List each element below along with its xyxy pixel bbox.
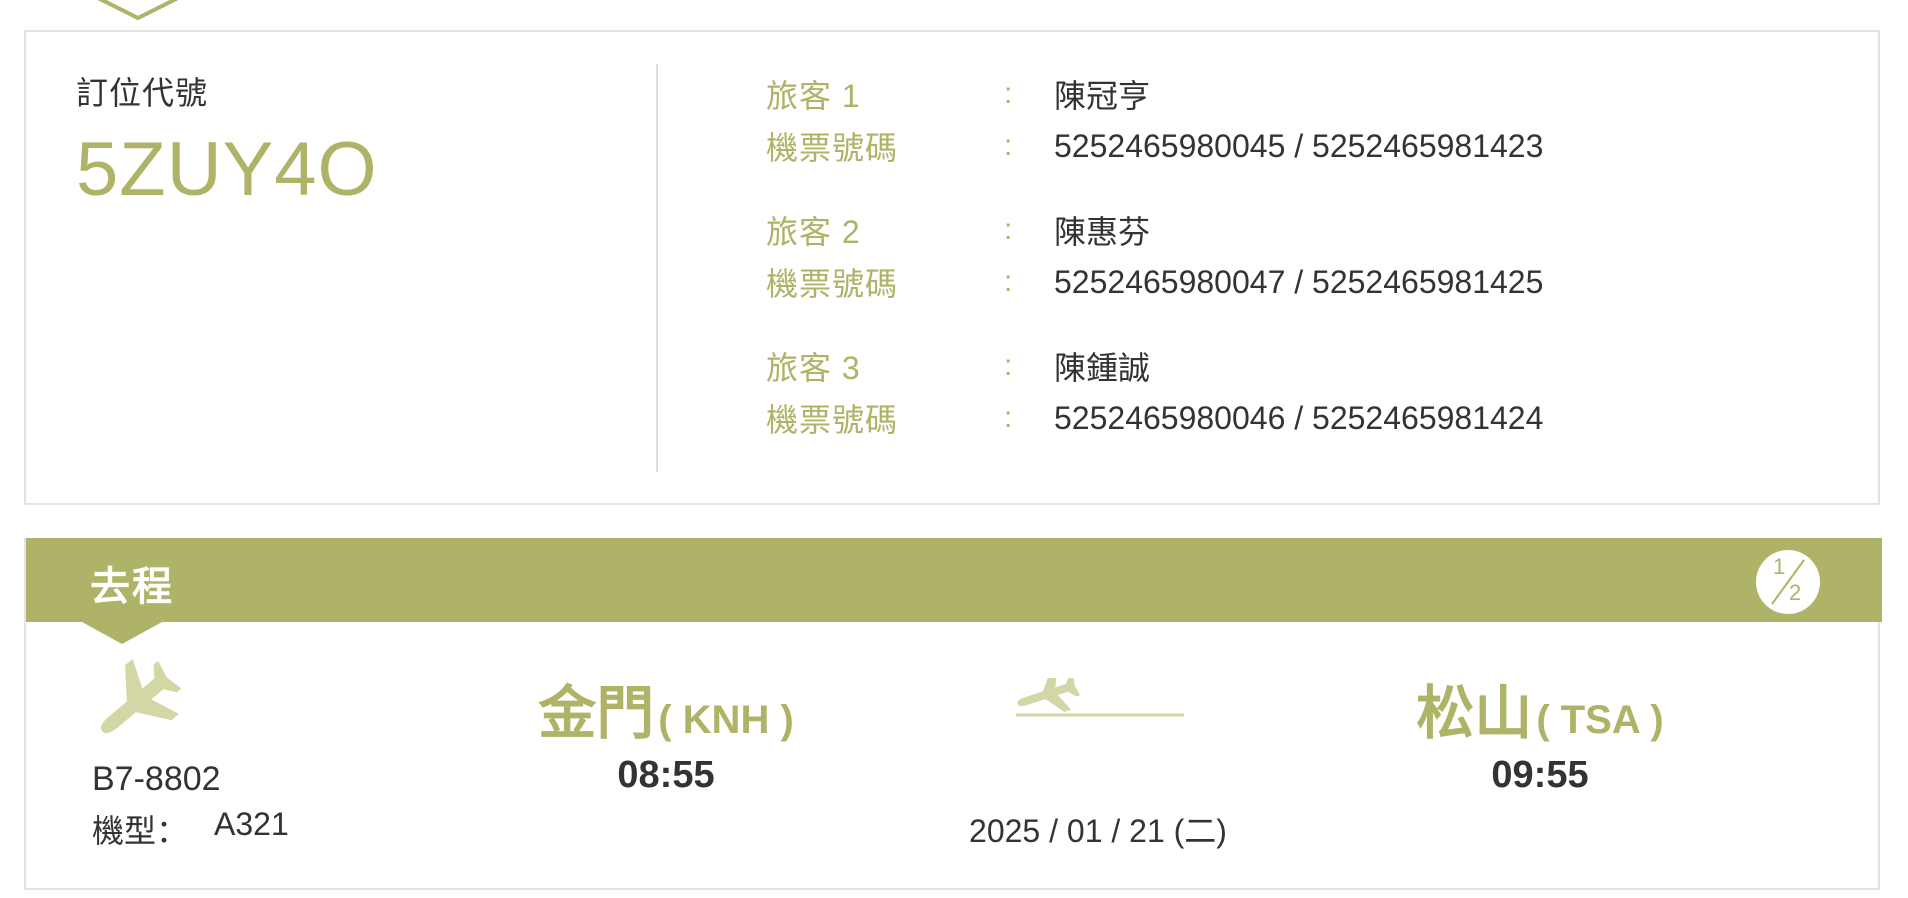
aircraft-type: 機型： A321 <box>92 806 289 852</box>
arrival-station: 松山( TSA ) <box>1320 666 1760 750</box>
ticket-numbers: 5252465980046 / 5252465981424 <box>1054 399 1544 436</box>
passenger-item: 旅客 3 : 陳鍾誠 機票號碼 : 5252465980046 / 525246… <box>766 340 1543 444</box>
passenger-name: 陳惠芬 <box>1054 214 1151 250</box>
leg-total: 2 <box>1789 580 1802 605</box>
passenger-name: 陳鍾誠 <box>1054 350 1151 386</box>
booking-code-label: 訂位代號 <box>76 75 209 111</box>
flight-date: 2025 / 01 / 21 (二) <box>969 813 1227 849</box>
passenger-name-row: 旅客 1 : 陳冠亨 <box>766 68 1543 120</box>
airplane-icon <box>101 658 182 734</box>
separator: : <box>1004 129 1013 162</box>
separator: : <box>1004 349 1013 382</box>
ticket-number-label: 機票號碼 <box>766 402 899 438</box>
flight-direction-title: 去程 <box>90 565 174 609</box>
separator: : <box>1004 77 1013 110</box>
arrival-city: 松山 <box>1416 681 1533 746</box>
passenger-name: 陳冠亨 <box>1054 78 1151 114</box>
departure-city: 金門 <box>538 681 655 746</box>
separator: : <box>1004 401 1013 434</box>
ticket-number-row: 機票號碼 : 5252465980046 / 5252465981424 <box>766 392 1543 444</box>
page: 訂位代號 5ZUY4O 旅客 1 : 陳冠亨 機票號碼 : 5252465980… <box>0 0 1908 898</box>
flight-card: 去程 1 2 B7-8802 機型： A321 金門( KNH ) 08:55 <box>24 538 1882 890</box>
header-notch <box>82 622 162 644</box>
leg-count-icon: 1 2 <box>1756 550 1820 614</box>
passenger-name-row: 旅客 2 : 陳惠芬 <box>766 204 1543 256</box>
departure-time: 08:55 <box>617 754 715 796</box>
booking-card: 訂位代號 5ZUY4O 旅客 1 : 陳冠亨 機票號碼 : 5252465980… <box>24 30 1880 505</box>
ticket-number-row: 機票號碼 : 5252465980047 / 5252465981425 <box>766 256 1543 308</box>
divider <box>656 64 658 472</box>
ticket-numbers: 5252465980047 / 5252465981425 <box>1054 263 1544 300</box>
departure-station: 金門( KNH ) <box>446 666 886 750</box>
passenger-item: 旅客 2 : 陳惠芬 機票號碼 : 5252465980047 / 525246… <box>766 204 1543 308</box>
leg-count-slash <box>1771 559 1805 605</box>
arrival-code: ( TSA ) <box>1536 698 1664 742</box>
passenger-label: 旅客 2 <box>766 214 861 250</box>
booking-code: 5ZUY4O <box>76 127 378 212</box>
leg-index: 1 <box>1773 554 1786 579</box>
separator: : <box>1004 213 1013 246</box>
ticket-number-label: 機票號碼 <box>766 130 899 166</box>
passenger-name-row: 旅客 3 : 陳鍾誠 <box>766 340 1543 392</box>
passenger-label: 旅客 3 <box>766 350 861 386</box>
passenger-item: 旅客 1 : 陳冠亨 機票號碼 : 5252465980045 / 525246… <box>766 68 1543 172</box>
chevron-down-icon <box>97 0 179 21</box>
flight-number: B7-8802 <box>92 760 221 798</box>
flight-header: 去程 1 2 <box>26 538 1882 622</box>
ticket-number-label: 機票號碼 <box>766 266 899 302</box>
ticket-numbers: 5252465980045 / 5252465981423 <box>1054 127 1544 164</box>
takeoff-icon <box>1016 678 1184 717</box>
passenger-list: 旅客 1 : 陳冠亨 機票號碼 : 5252465980045 / 525246… <box>766 68 1543 476</box>
booking-reference: 訂位代號 5ZUY4O <box>76 68 596 208</box>
passenger-label: 旅客 1 <box>766 78 861 114</box>
arrival-time: 09:55 <box>1491 754 1589 796</box>
departure-code: ( KNH ) <box>658 698 794 742</box>
aircraft-label: 機型： <box>92 813 189 849</box>
ticket-number-row: 機票號碼 : 5252465980045 / 5252465981423 <box>766 120 1543 172</box>
aircraft-model: A321 <box>214 806 289 842</box>
separator: : <box>1004 265 1013 298</box>
